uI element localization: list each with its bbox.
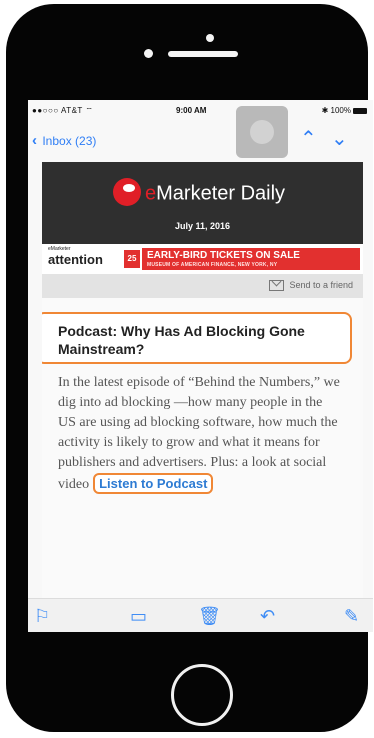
ad-banner: EARLY-BIRD TICKETS ON SALE MUSEUM OF AME… xyxy=(142,248,360,270)
status-bar: ●●○○○ AT&T ⌔ 9:00 AM ✱ 100% xyxy=(28,100,373,120)
email-screen: ●●○○○ AT&T ⌔ 9:00 AM ✱ 100% ‹ Inbox (23)… xyxy=(28,100,373,632)
attention-logo: eMarketer attention xyxy=(48,246,103,267)
emarketer-header: eMarketer Daily July 11, 2016 xyxy=(42,162,363,244)
newsletter-date: July 11, 2016 xyxy=(174,221,231,231)
carrier-label: ●●○○○ AT&T ⌔ xyxy=(32,106,94,115)
speaker-grille xyxy=(168,51,238,57)
home-button[interactable] xyxy=(171,664,233,726)
previous-message-button[interactable]: ⌃ xyxy=(300,126,317,151)
newsletter-body: eMarketer Daily July 11, 2016 eMarketer … xyxy=(42,162,363,598)
ad-subtitle: MUSEUM OF AMERICAN FINANCE, NEW YORK, NY xyxy=(147,262,278,268)
battery-status: ✱ 100% xyxy=(322,106,367,115)
mail-toolbar: ⚐ ▭ 🗑 ↶ ✎ xyxy=(28,598,373,632)
listen-to-podcast-link[interactable]: Listen to Podcast xyxy=(93,473,214,494)
share-bar: Send to a friend xyxy=(42,274,363,298)
article-headline: Podcast: Why Has Ad Blocking Gone Mainst… xyxy=(58,323,305,357)
avatar-glyph xyxy=(250,120,274,144)
battery-icon xyxy=(353,107,367,114)
ad-title: EARLY-BIRD TICKETS ON SALE xyxy=(147,250,300,261)
logo-mark-icon xyxy=(113,178,141,206)
inbox-back-button[interactable]: ‹ Inbox (23) xyxy=(32,132,96,149)
mail-navigation: ‹ Inbox (23) ⌃ ⌄ xyxy=(28,106,373,158)
flag-icon[interactable]: ⚐ xyxy=(34,607,50,625)
compose-icon[interactable]: ✎ xyxy=(344,607,359,625)
inbox-back-label: Inbox (23) xyxy=(42,134,97,148)
emarketer-logo: eMarketer Daily xyxy=(113,178,285,208)
article-text: In the latest episode of “Behind the Num… xyxy=(58,373,340,495)
camera-dot xyxy=(206,34,214,42)
attention-ad[interactable]: eMarketer attention 25 EARLY-BIRD TICKET… xyxy=(42,244,363,275)
sender-avatar xyxy=(236,106,288,158)
headline-highlight[interactable]: Podcast: Why Has Ad Blocking Gone Mainst… xyxy=(42,312,352,364)
send-to-friend-link[interactable]: Send to a friend xyxy=(269,280,353,292)
next-message-button[interactable]: ⌄ xyxy=(331,126,348,151)
ad-date-badge: 25 xyxy=(124,250,140,268)
status-time: 9:00 AM xyxy=(176,106,207,115)
chevron-left-icon: ‹ xyxy=(32,132,37,149)
front-sensor xyxy=(144,49,153,58)
reply-icon[interactable]: ↶ xyxy=(260,607,275,625)
folder-icon[interactable]: ▭ xyxy=(130,607,147,625)
phone-frame: ●●○○○ AT&T ⌔ 9:00 AM ✱ 100% ‹ Inbox (23)… xyxy=(6,4,373,732)
trash-icon[interactable]: 🗑 xyxy=(198,607,221,625)
envelope-icon xyxy=(269,280,285,292)
